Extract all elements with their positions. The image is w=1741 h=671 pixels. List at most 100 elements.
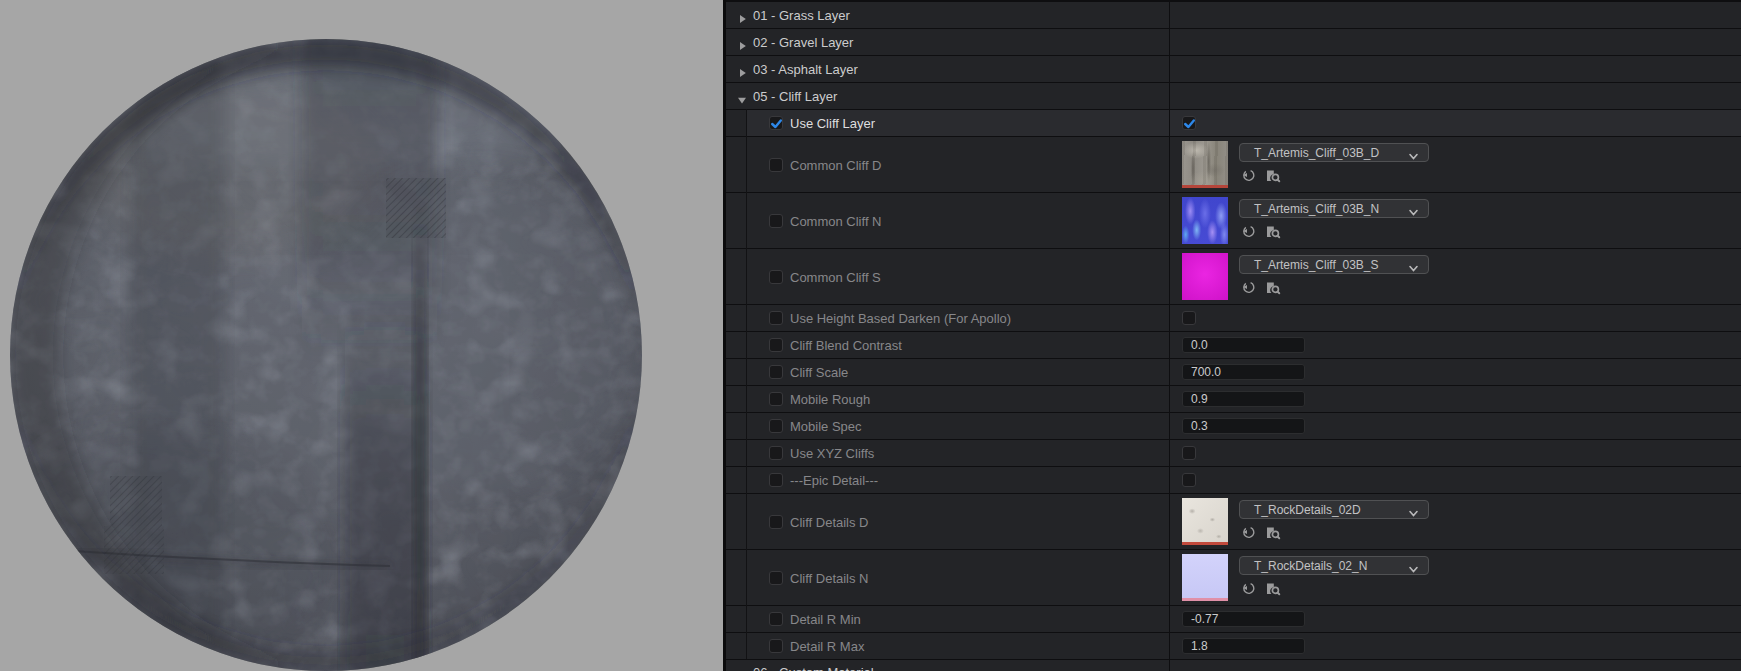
value-input[interactable]: -0.77	[1182, 611, 1305, 627]
category-label: 03 - Asphalt Layer	[753, 62, 858, 77]
indent-guide	[746, 331, 747, 358]
indent-guide	[746, 605, 747, 632]
expander-icon[interactable]	[737, 10, 747, 20]
category-value-cell	[1169, 56, 1741, 82]
texture-thumbnail[interactable]	[1182, 498, 1228, 545]
value-cell: T_Artemis_Cliff_03B_S	[1169, 249, 1741, 304]
asset-dropdown[interactable]: T_RockDetails_02_N	[1239, 556, 1429, 575]
override-checkbox[interactable]	[769, 392, 783, 406]
indent-guide	[746, 248, 747, 304]
expander-icon[interactable]	[737, 667, 747, 671]
override-checkbox[interactable]	[769, 612, 783, 626]
parameter-label: Cliff Scale	[790, 365, 848, 380]
use-selected-asset-icon[interactable]	[1241, 525, 1257, 540]
override-checkbox[interactable]	[769, 311, 783, 325]
override-checkbox[interactable]	[769, 270, 783, 284]
parameter-label: Cliff Blend Contrast	[790, 338, 902, 353]
parameter-row: Use Cliff Layer	[726, 110, 1741, 137]
use-selected-asset-icon[interactable]	[1241, 224, 1257, 239]
chevron-down-icon	[1408, 148, 1419, 159]
override-checkbox[interactable]	[769, 473, 783, 487]
use-selected-asset-icon[interactable]	[1241, 581, 1257, 596]
override-checkbox[interactable]	[769, 419, 783, 433]
value-cell: -0.77	[1169, 606, 1741, 632]
override-checkbox[interactable]	[769, 365, 783, 379]
override-checkbox[interactable]	[769, 446, 783, 460]
texture-thumbnail[interactable]	[1182, 197, 1228, 244]
override-checkbox[interactable]	[769, 515, 783, 529]
category-row: 01 - Grass Layer	[726, 2, 1741, 29]
parameter-row: Common Cliff NT_Artemis_Cliff_03B_N	[726, 193, 1741, 249]
use-selected-asset-icon[interactable]	[1241, 280, 1257, 295]
override-checkbox[interactable]	[769, 571, 783, 585]
parameter-label: Detail R Max	[790, 639, 864, 654]
asset-dropdown[interactable]: T_Artemis_Cliff_03B_S	[1239, 255, 1429, 274]
parameter-row: Use XYZ Cliffs	[726, 440, 1741, 467]
category-label: 01 - Grass Layer	[753, 8, 850, 23]
texture-thumbnail[interactable]	[1182, 253, 1228, 300]
parameter-row: Use Height Based Darken (For Apollo)	[726, 305, 1741, 332]
expander-icon[interactable]	[737, 91, 747, 101]
parameter-row: Mobile Spec0.3	[726, 413, 1741, 440]
details-panel: 01 - Grass Layer 02 - Gravel Layer 03 - As…	[726, 0, 1741, 671]
category-value-cell	[1169, 2, 1741, 28]
value-checkbox[interactable]	[1182, 116, 1196, 130]
category-row: 02 - Gravel Layer	[726, 29, 1741, 56]
parameter-label: Cliff Details D	[790, 514, 869, 529]
override-checkbox[interactable]	[769, 639, 783, 653]
override-checkbox[interactable]	[769, 338, 783, 352]
value-input[interactable]: 0.0	[1182, 337, 1305, 353]
value-cell: 0.9	[1169, 386, 1741, 412]
browse-to-asset-icon[interactable]	[1265, 280, 1281, 295]
asset-name: T_Artemis_Cliff_03B_D	[1254, 146, 1379, 160]
parameter-label: Cliff Details N	[790, 570, 869, 585]
override-checkbox[interactable]	[769, 116, 783, 130]
indent-guide	[746, 136, 747, 192]
value-input[interactable]: 1.8	[1182, 638, 1305, 654]
browse-to-asset-icon[interactable]	[1265, 581, 1281, 596]
indent-guide	[746, 466, 747, 493]
asset-dropdown[interactable]: T_RockDetails_02D	[1239, 500, 1429, 519]
asset-dropdown[interactable]: T_Artemis_Cliff_03B_D	[1239, 143, 1429, 162]
material-preview-viewport[interactable]	[0, 0, 723, 671]
parameter-label: Common Cliff S	[790, 269, 881, 284]
indent-guide	[746, 192, 747, 248]
browse-to-asset-icon[interactable]	[1265, 168, 1281, 183]
override-checkbox[interactable]	[769, 158, 783, 172]
value-cell: 1.8	[1169, 633, 1741, 659]
browse-to-asset-icon[interactable]	[1265, 224, 1281, 239]
texture-thumbnail[interactable]	[1182, 141, 1228, 188]
preview-sphere	[0, 0, 723, 671]
value-input[interactable]: 0.3	[1182, 418, 1305, 434]
value-cell: T_RockDetails_02D	[1169, 494, 1741, 549]
indent-guide	[746, 412, 747, 439]
asset-name: T_Artemis_Cliff_03B_S	[1254, 258, 1379, 272]
value-input[interactable]: 0.9	[1182, 391, 1305, 407]
indent-guide	[746, 493, 747, 549]
parameter-row: Detail R Min-0.77	[726, 606, 1741, 633]
value-checkbox[interactable]	[1182, 446, 1196, 460]
category-row: 03 - Asphalt Layer	[726, 56, 1741, 83]
parameter-label: Mobile Rough	[790, 392, 870, 407]
value-cell: T_Artemis_Cliff_03B_N	[1169, 193, 1741, 248]
expander-icon[interactable]	[737, 64, 747, 74]
value-checkbox[interactable]	[1182, 311, 1196, 325]
parameter-row: Cliff Scale 700.0	[726, 359, 1741, 386]
value-cell: T_RockDetails_02_N	[1169, 550, 1741, 605]
browse-to-asset-icon[interactable]	[1265, 525, 1281, 540]
override-checkbox[interactable]	[769, 214, 783, 228]
category-value-cell	[1169, 83, 1741, 109]
use-selected-asset-icon[interactable]	[1241, 168, 1257, 183]
expander-icon[interactable]	[737, 37, 747, 47]
value-checkbox[interactable]	[1182, 473, 1196, 487]
asset-type-stripe	[1182, 542, 1228, 545]
indent-guide	[746, 439, 747, 466]
category-label: 05 - Cliff Layer	[753, 89, 837, 104]
chevron-down-icon	[1408, 260, 1419, 271]
texture-thumbnail[interactable]	[1182, 554, 1228, 601]
value-cell	[1169, 305, 1741, 331]
asset-type-stripe	[1182, 185, 1228, 188]
category-label: 06 - Custom Material	[753, 665, 874, 671]
value-input[interactable]: 700.0	[1182, 364, 1305, 380]
asset-dropdown[interactable]: T_Artemis_Cliff_03B_N	[1239, 199, 1429, 218]
